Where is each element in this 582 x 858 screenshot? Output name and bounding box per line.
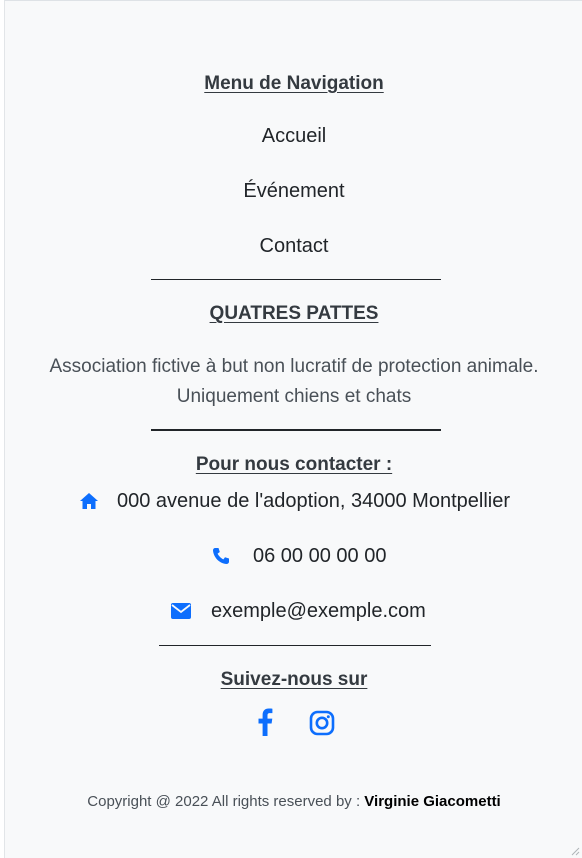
association-title: QUATRES PATTES — [209, 303, 379, 324]
social-title: Suivez-nous sur — [220, 669, 368, 690]
instagram-icon[interactable] — [307, 708, 337, 738]
contact-title: Pour nous contacter : — [195, 454, 393, 475]
association-scope: Uniquement chiens et chats — [176, 386, 412, 407]
contact-address-text: 000 avenue de l'adoption, 34000 Montpell… — [117, 489, 511, 512]
copyright: Copyright @ 2022 All rights reserved by … — [5, 793, 582, 810]
facebook-icon[interactable] — [253, 707, 277, 737]
divider — [151, 429, 441, 431]
contact-phone-text: 06 00 00 00 00 — [253, 544, 387, 567]
phone-icon — [209, 544, 233, 568]
home-icon — [77, 489, 101, 513]
nav-link-label[interactable]: Accueil — [262, 125, 326, 147]
site-footer: Menu de Navigation Accueil Événement Con… — [4, 0, 582, 858]
contact-address: 000 avenue de l'adoption, 34000 Montpell… — [77, 489, 510, 513]
resize-handle-icon[interactable] — [570, 846, 580, 856]
association-description: Association fictive à but non lucratif d… — [49, 356, 539, 377]
copyright-author: Virginie Giacometti — [364, 793, 501, 810]
nav-link-label[interactable]: Événement — [243, 180, 344, 202]
contact-phone: 06 00 00 00 00 — [209, 544, 386, 568]
nav-link-contact[interactable]: Contact — [5, 235, 582, 258]
nav-link-evenement[interactable]: Événement — [5, 180, 582, 203]
contact-email-text: exemple@exemple.com — [211, 599, 426, 622]
copyright-text: Copyright @ 2022 All rights reserved by … — [87, 793, 361, 810]
nav-link-accueil[interactable]: Accueil — [5, 125, 582, 148]
nav-link-label[interactable]: Contact — [260, 235, 329, 257]
nav-menu-title: Menu de Navigation — [204, 73, 384, 94]
contact-email: exemple@exemple.com — [169, 599, 426, 623]
envelope-icon — [169, 599, 193, 623]
divider — [159, 645, 431, 646]
divider — [151, 279, 441, 280]
